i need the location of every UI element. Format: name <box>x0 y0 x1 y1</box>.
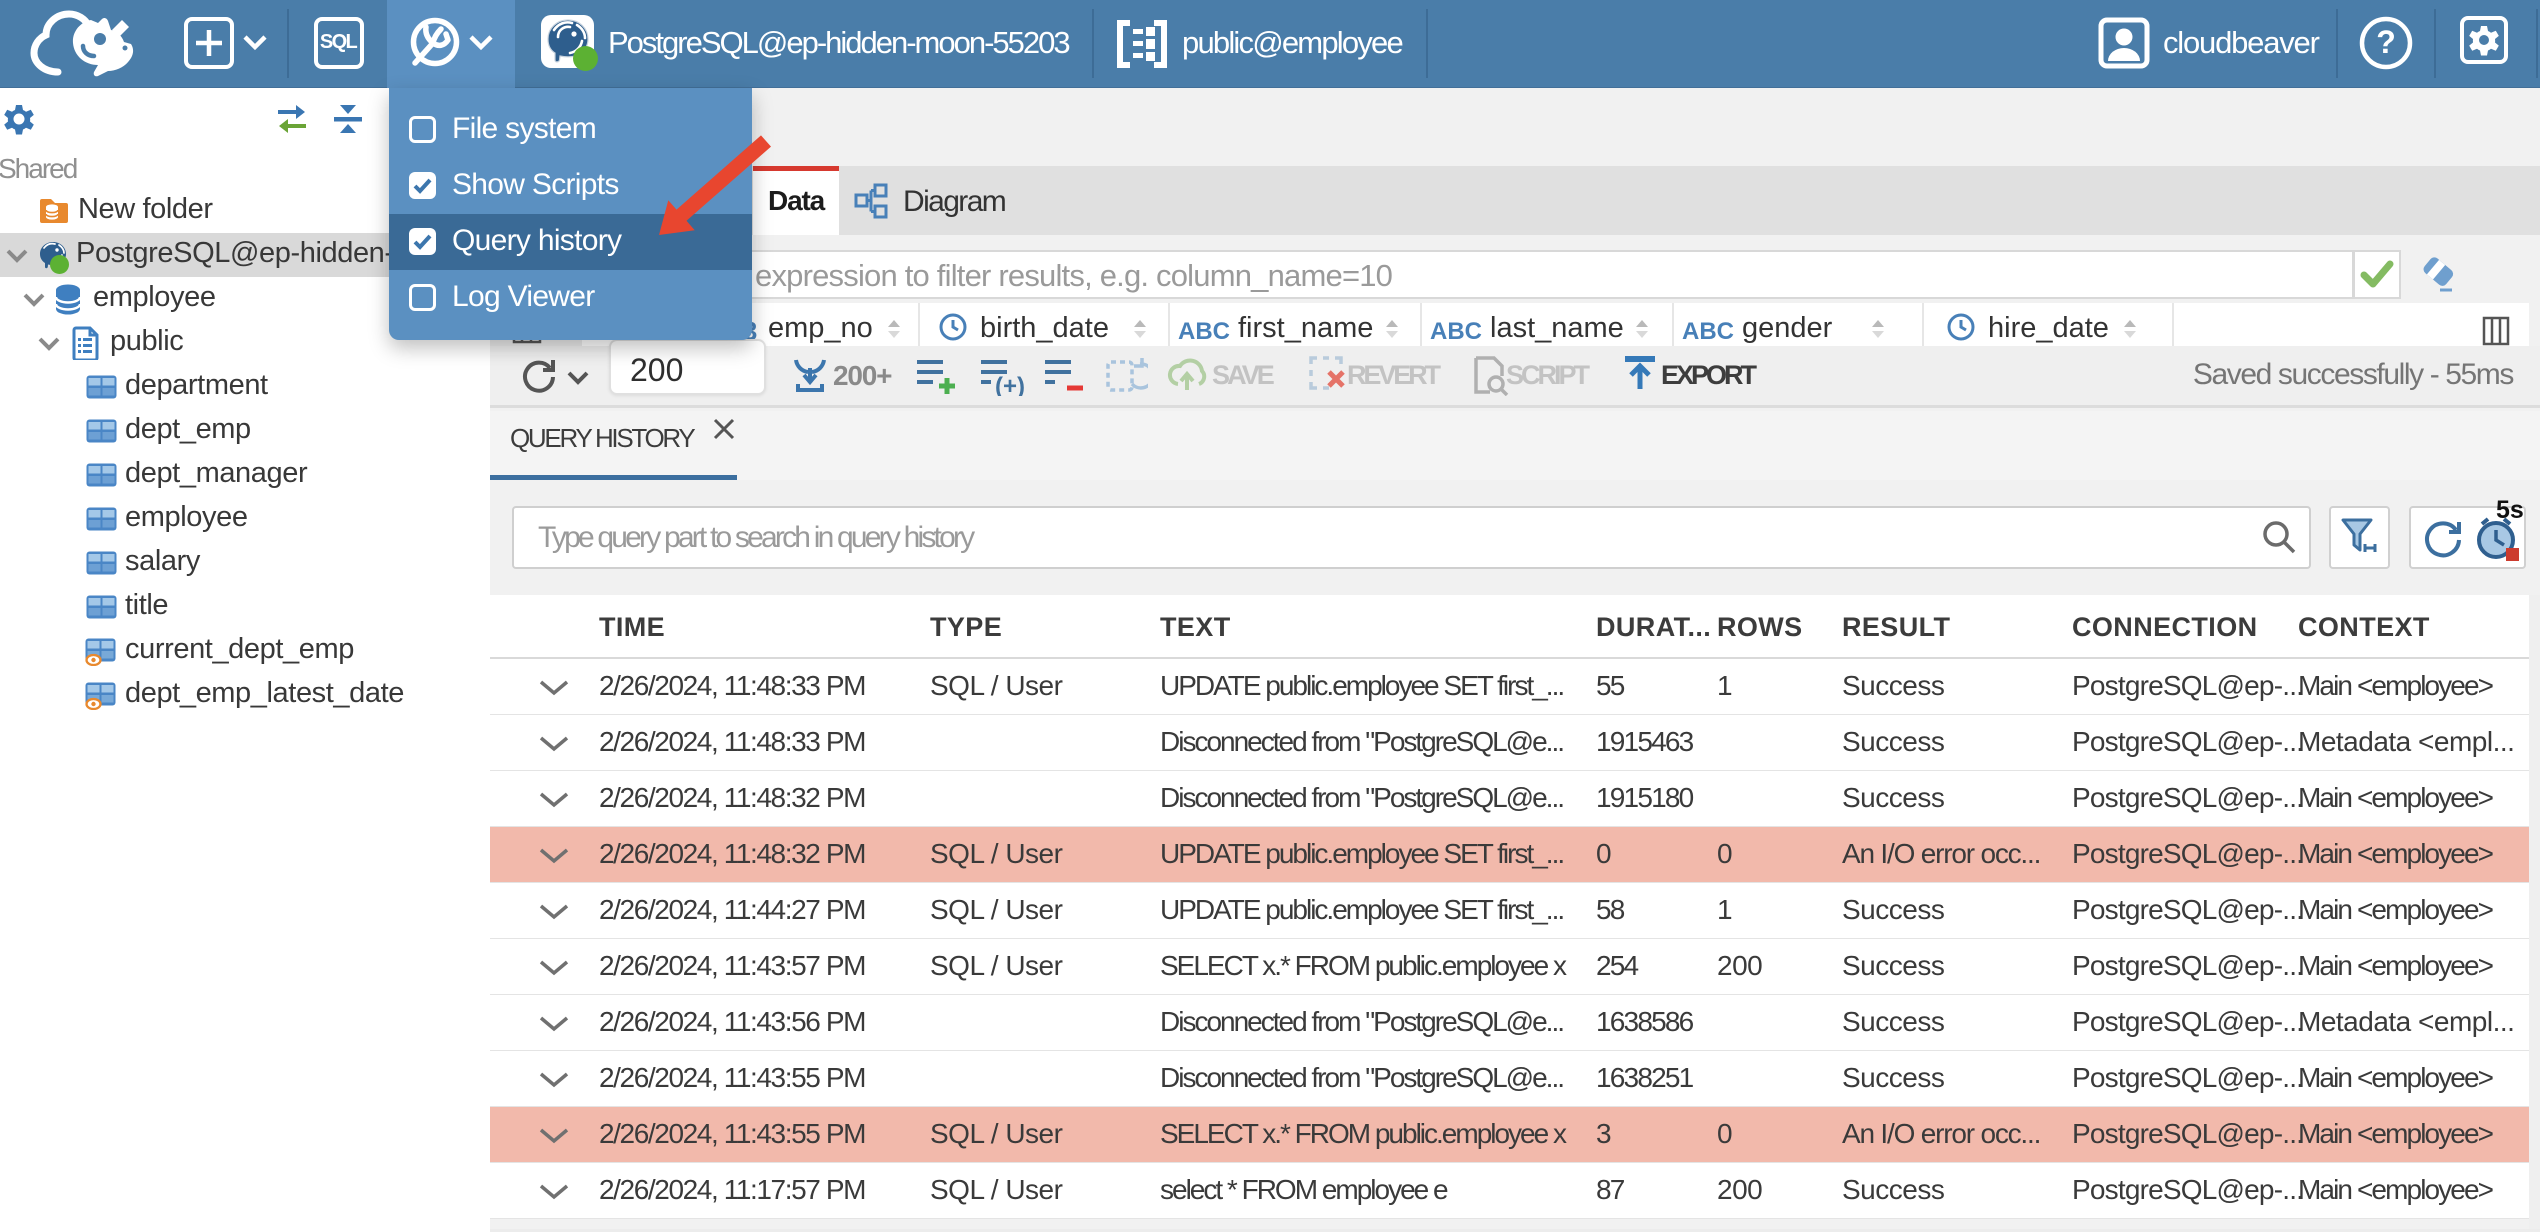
svg-text:?: ? <box>2376 24 2396 60</box>
svg-text:(+): (+) <box>995 373 1025 396</box>
